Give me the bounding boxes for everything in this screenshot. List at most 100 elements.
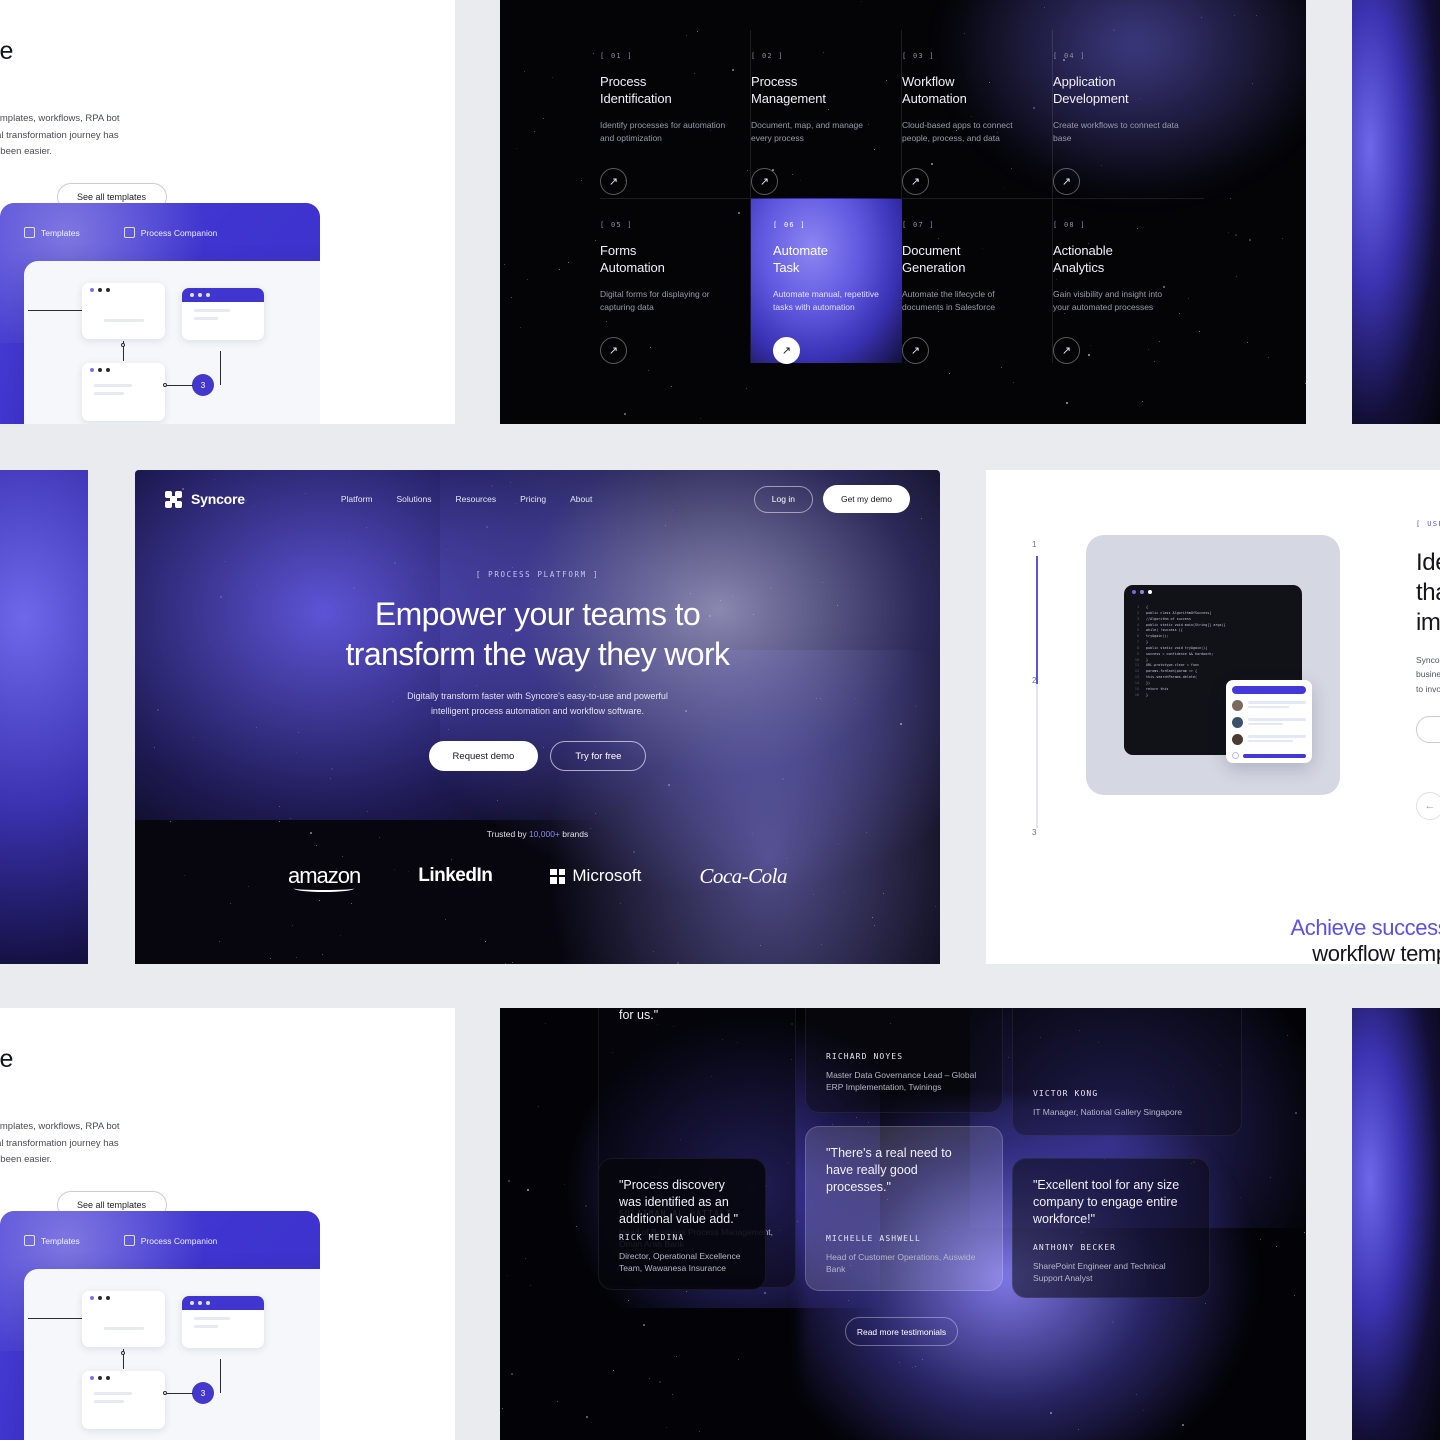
flow-connector (28, 1318, 82, 1319)
flow-node-badge[interactable]: 3 (192, 374, 214, 396)
capability-title: Actionable Analytics (1053, 243, 1204, 276)
arrow-up-right-icon[interactable]: ↗ (600, 337, 627, 364)
capability-title: Application Development (1053, 74, 1204, 107)
app-tab-templates-2[interactable]: Templates (24, 1235, 80, 1246)
usecase-body-line1: Syncor (1416, 655, 1440, 665)
try-for-free-button[interactable]: Try for free (550, 741, 646, 771)
nav-links: Platform Solutions Resources Pricing Abo… (341, 494, 592, 504)
login-button[interactable]: Log in (754, 486, 813, 513)
avatar (1232, 717, 1243, 728)
hero-cta-group: Request demo Try for free (135, 741, 940, 771)
testimonial-card-2[interactable]: RICHARD NOYES Master Data Governance Lea… (805, 1008, 1003, 1113)
flow-connector-dot (163, 383, 167, 387)
nav-item-solutions[interactable]: Solutions (397, 494, 432, 504)
brand-logos: amazon LinkedIn Microsoft Coca-Cola (135, 863, 940, 889)
flow-connector (220, 1359, 221, 1393)
code-window-titlebar (1124, 585, 1302, 599)
capability-title: Forms Automation (600, 243, 750, 276)
flow-window-2[interactable] (182, 1296, 264, 1348)
rail-step-3[interactable]: 3 (1032, 828, 1036, 837)
capability-card-1[interactable]: [ 01 ] Process Identification Identify pr… (600, 30, 751, 198)
testimonial-name: ANTHONY BECKER (1033, 1243, 1193, 1252)
testimonial-name: MICHELLE ASHWELL (826, 1234, 986, 1243)
arrow-left-icon[interactable]: ← (1416, 792, 1440, 820)
app-tab-process-companion[interactable]: Process Companion (124, 227, 218, 238)
capability-card-6[interactable]: [ 06 ] Automate Task Automate manual, rep… (751, 198, 902, 363)
nav-item-pricing[interactable]: Pricing (520, 494, 546, 504)
tile-seam (88, 470, 135, 970)
hero-subtitle: Digitally transform faster with Syncore'… (135, 689, 940, 719)
nav-item-platform[interactable]: Platform (341, 494, 373, 504)
flow-node-badge[interactable]: 3 (192, 1382, 214, 1404)
capability-desc: Digital forms for displaying or capturin… (600, 288, 728, 314)
rail-step-2[interactable]: 2 (1032, 676, 1036, 685)
flow-window-1[interactable] (82, 283, 165, 339)
capability-title: Automate Task (773, 243, 902, 276)
flow-window-2[interactable] (182, 288, 264, 340)
testimonial-card-3[interactable]: the way work is processed" VICTOR KONG I… (1012, 1008, 1242, 1136)
arrow-up-right-icon[interactable]: ↗ (1053, 337, 1080, 364)
read-more-testimonials-button[interactable]: Read more testimonials (845, 1317, 958, 1346)
usecase-body-line3: to invo (1416, 684, 1440, 694)
get-demo-button[interactable]: Get my demo (823, 485, 910, 513)
nav-item-resources[interactable]: Resources (455, 494, 496, 504)
avatar (1232, 734, 1243, 745)
rail-step-1[interactable]: 1 (1032, 540, 1036, 549)
avatar (1232, 700, 1243, 711)
usecase-cta-button[interactable]: Inv (1416, 716, 1440, 743)
hero-content: [ PROCESS PLATFORM ] Empower your teams … (135, 570, 940, 889)
flow-connector (165, 385, 193, 386)
testimonial-role: Master Data Governance Lead – Global ERP… (826, 1069, 984, 1095)
capability-number: [ 02 ] (751, 52, 901, 60)
templates-panel-top: e success with free kflow templates s ma… (0, 0, 455, 424)
capability-title: Workflow Automation (902, 74, 1052, 107)
layers-icon (24, 227, 35, 238)
capability-desc: Create workflows to connect data base (1053, 119, 1181, 145)
capability-card-7[interactable]: [ 07 ] Document Generation Automate the l… (902, 198, 1053, 363)
capability-desc: Document, map, and manage every process (751, 119, 879, 145)
testimonial-card-6[interactable]: "Excellent tool for any size company to … (1012, 1158, 1210, 1298)
tile-seam (455, 0, 500, 424)
arrow-up-right-icon[interactable]: ↗ (902, 337, 929, 364)
usecase-title: Ide tha im (1416, 548, 1440, 639)
capability-card-4[interactable]: [ 04 ] Application Development Create wor… (1053, 30, 1204, 198)
flow-window-3[interactable] (82, 363, 165, 421)
placeholder-lines (1248, 735, 1306, 744)
flow-window-1[interactable] (82, 1291, 165, 1347)
nav-item-about[interactable]: About (570, 494, 592, 504)
window-line (94, 1392, 132, 1395)
usecase-body-line2: busine (1416, 669, 1440, 679)
window-titlebar (82, 363, 165, 377)
arrow-up-right-icon[interactable]: ↗ (751, 168, 778, 195)
capability-desc: Cloud-based apps to connect people, proc… (902, 119, 1030, 145)
app-tab-templates[interactable]: Templates (24, 227, 80, 238)
flow-window-3[interactable] (82, 1371, 165, 1429)
capability-number: [ 08 ] (1053, 221, 1204, 229)
amazon-logo: amazon (288, 863, 360, 889)
capability-card-3[interactable]: [ 03 ] Workflow Automation Cloud-based ap… (902, 30, 1053, 198)
arrow-up-right-icon[interactable]: ↗ (902, 168, 929, 195)
testimonial-card-5[interactable]: "There's a real need to have really good… (805, 1126, 1003, 1291)
usecase-carousel-nav: ← (1416, 792, 1440, 820)
arrow-up-right-icon[interactable]: ↗ (773, 337, 800, 364)
testimonial-card-4[interactable]: "Process discovery was identified as an … (598, 1158, 766, 1290)
usecase-title-line3: im (1416, 609, 1440, 636)
code-demo-shell: 1{2 public class AlgorithmOfSuccess{3//Al… (1086, 535, 1340, 795)
request-demo-button[interactable]: Request demo (429, 741, 539, 771)
message-icon (124, 227, 135, 238)
capability-card-2[interactable]: [ 02 ] Process Management Document, map, … (751, 30, 902, 198)
screenshot-canvas: e success with free kflow templates s ma… (0, 0, 1440, 1440)
code-source: } (1146, 693, 1148, 699)
arrow-up-right-icon[interactable]: ↗ (600, 168, 627, 195)
app-tab-process-companion-2[interactable]: Process Companion (124, 1235, 218, 1246)
brand-logo[interactable]: Syncore (165, 491, 245, 508)
capability-card-5[interactable]: [ 05 ] Forms Automation Digital forms for… (600, 198, 751, 363)
linkedin-logo: LinkedIn (418, 865, 492, 887)
tile-seam (0, 424, 1440, 470)
capability-card-8[interactable]: [ 08 ] Actionable Analytics Gain visibili… (1053, 198, 1204, 363)
code-source: this.searchParams.delete( (1146, 675, 1197, 681)
card-footer (1232, 752, 1306, 759)
primary-action-bar[interactable] (1243, 754, 1306, 758)
arrow-up-right-icon[interactable]: ↗ (1053, 168, 1080, 195)
testimonial-role: Head of Customer Operations, Auswide Ban… (826, 1251, 986, 1277)
